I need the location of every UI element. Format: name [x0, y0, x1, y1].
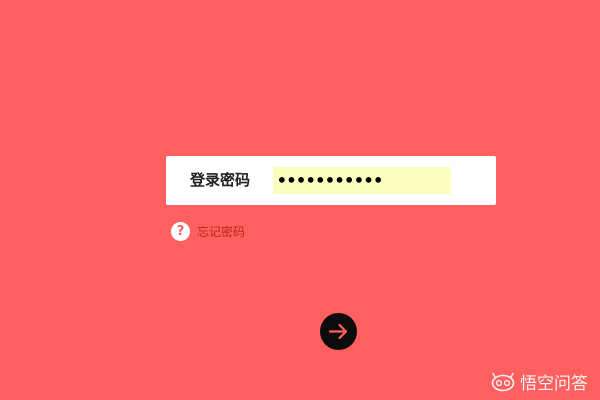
forgot-password-link[interactable]: ? 忘记密码 [171, 221, 245, 241]
arrow-right-icon [328, 323, 348, 340]
password-input[interactable] [273, 167, 451, 194]
wukong-logo-icon [491, 372, 515, 391]
watermark: 悟空问答 [491, 369, 588, 394]
question-icon: ? [171, 221, 190, 241]
forgot-password-label: 忘记密码 [197, 224, 246, 239]
password-label: 登录密码 [190, 171, 251, 189]
login-card: 登录密码 [166, 156, 496, 205]
submit-button[interactable] [320, 313, 357, 350]
watermark-text: 悟空问答 [520, 374, 588, 394]
